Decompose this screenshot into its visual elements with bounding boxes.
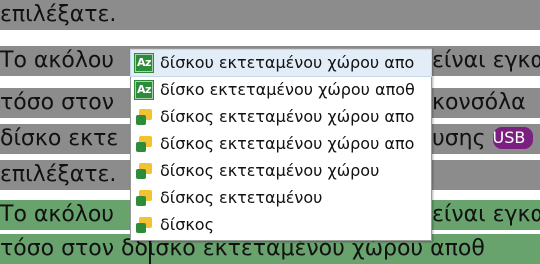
document-line: επιλέξατε. [0, 0, 540, 30]
line-text-right: είναι εγκα [432, 202, 540, 227]
document-icon [134, 134, 154, 154]
usb-badge: USB [492, 127, 534, 149]
autocomplete-item-label: δίσκος [160, 215, 214, 234]
line-text: τόσο στον [0, 90, 115, 115]
autocomplete-item-label: δίσκος εκτεταμένου χώρου απο [160, 134, 415, 153]
line-text-right: κονσόλα [432, 90, 526, 115]
autocomplete-item[interactable]: Az δίσκο εκτεταμένου χώρου αποθ [131, 77, 431, 103]
autocomplete-item[interactable]: δίσκος [131, 212, 431, 238]
line-text: Το ακόλου [0, 48, 115, 73]
autocomplete-item-label: δίσκος εκτεταμένου χώρου απο [160, 107, 415, 126]
document-icon [134, 215, 154, 235]
autocomplete-item[interactable]: δίσκος εκτεταμένου χώρου απο [131, 131, 431, 157]
autocomplete-item-label: δίσκου εκτεταμένου χώρου απο [160, 53, 415, 72]
line-text: Το ακόλου [0, 202, 115, 227]
text-caret [149, 240, 151, 264]
autocomplete-popup[interactable]: Az δίσκου εκτεταμένου χώρου απο Az δίσκο… [130, 48, 432, 241]
document-icon [134, 188, 154, 208]
document-icon [134, 107, 154, 127]
autocomplete-item[interactable]: δίσκος εκτεταμένου [131, 185, 431, 211]
line-text: δίσκο εκτε [0, 126, 119, 151]
az-icon: Az [134, 80, 154, 100]
autocomplete-item-label: δίσκο εκτεταμένου χώρου αποθ [160, 80, 415, 99]
line-text-right-group: υσης USB [432, 124, 534, 154]
line-text-right: είναι εγκα [432, 48, 540, 73]
autocomplete-item-label: δίσκος εκτεταμένου χώρου [160, 161, 380, 180]
az-icon: Az [134, 53, 154, 73]
autocomplete-item[interactable]: δίσκος εκτεταμένου χώρου απο [131, 104, 431, 130]
line-text-right: υσης [432, 126, 486, 151]
line-text: επιλέξατε. [0, 2, 117, 27]
autocomplete-item[interactable]: Az δίσκου εκτεταμένου χώρου απο [130, 49, 432, 77]
document-icon [134, 161, 154, 181]
autocomplete-item[interactable]: δίσκος εκτεταμένου χώρου [131, 158, 431, 184]
autocomplete-item-label: δίσκος εκτεταμένου [160, 188, 323, 207]
line-text: επιλέξατε. [0, 162, 117, 187]
